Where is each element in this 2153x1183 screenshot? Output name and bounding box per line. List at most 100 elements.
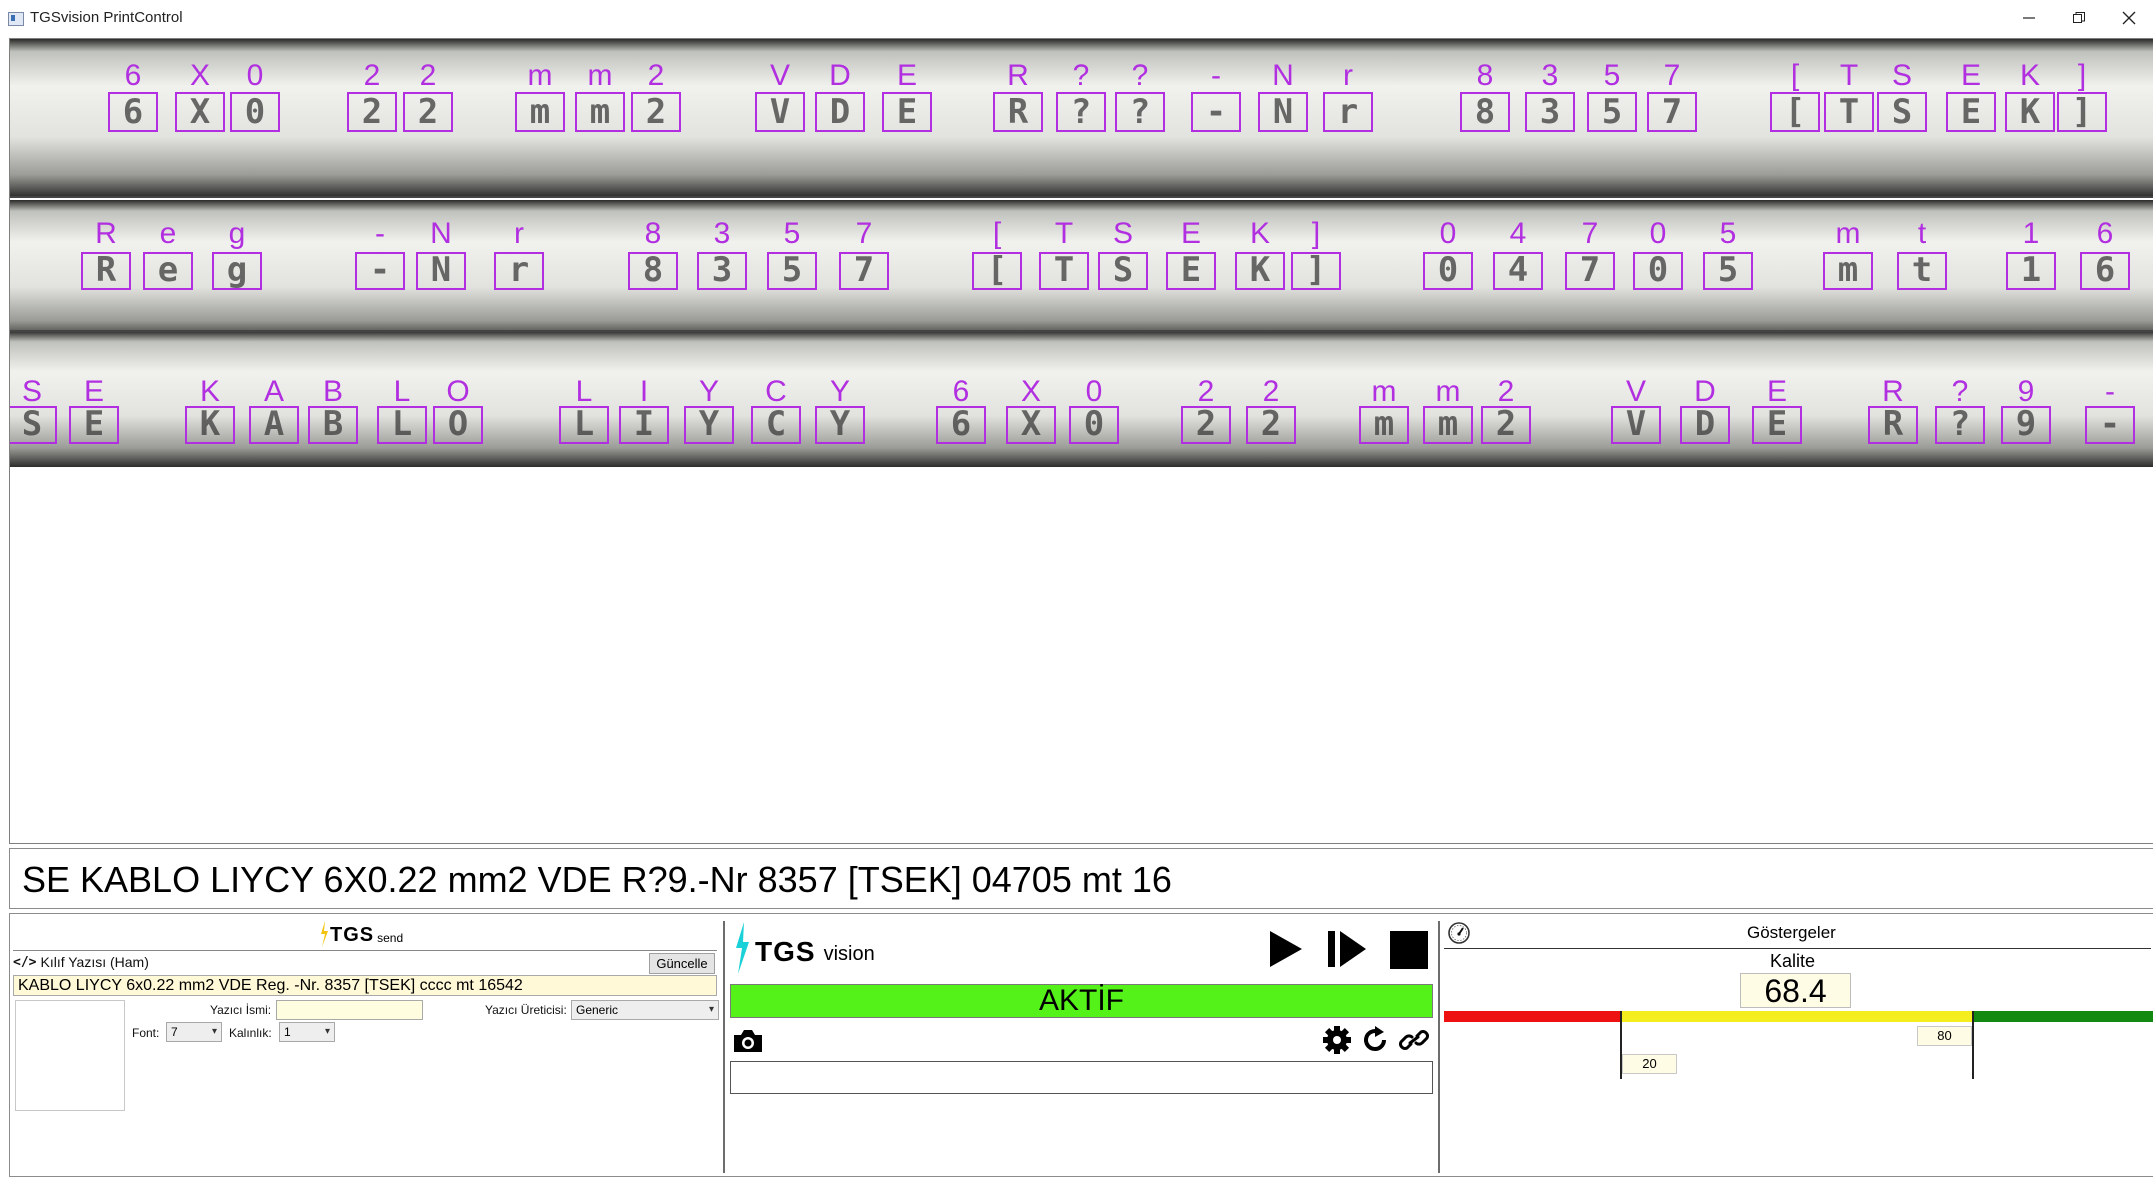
restore-button[interactable] — [2054, 0, 2104, 36]
panel-divider — [723, 921, 725, 1173]
ocr-char-label: ? — [1952, 375, 1969, 408]
raw-text-input[interactable]: KABLO LIYCY 6x0.22 mm2 VDE Reg. -Nr. 835… — [13, 975, 717, 996]
ocr-char-label: D — [829, 59, 851, 92]
ocr-char-label: 3 — [1542, 59, 1559, 92]
bolt-icon — [321, 921, 328, 947]
bottom-panel — [9, 913, 2153, 1177]
ocr-char-label: - — [1211, 59, 1221, 92]
high-threshold-input[interactable]: 80 — [1917, 1026, 1972, 1046]
printed-glyph: 2 — [1496, 404, 1516, 444]
printed-glyph: K — [200, 404, 221, 444]
ocr-char-label: I — [640, 375, 648, 408]
ocr-char-label: V — [770, 59, 790, 92]
stop-button[interactable] — [1389, 930, 1429, 970]
link-button[interactable] — [1398, 1025, 1430, 1055]
update-button[interactable]: Güncelle — [649, 953, 715, 974]
ocr-char-label: R — [1007, 59, 1029, 92]
printed-glyph: E — [1961, 92, 1981, 132]
ocr-char-label: 5 — [1720, 217, 1737, 250]
printed-glyph: ] — [2072, 92, 2092, 132]
chevron-down-icon: ▾ — [211, 1026, 217, 1037]
ocr-char-label: m — [1436, 375, 1461, 408]
ocr-char-label: 8 — [645, 217, 662, 250]
printed-glyph: 6 — [123, 92, 143, 132]
preview-box — [15, 1000, 125, 1111]
ocr-char-label: O — [446, 375, 469, 408]
ocr-char-label: 8 — [1477, 59, 1494, 92]
ocr-char-label: 3 — [714, 217, 731, 250]
low-threshold-input[interactable]: 20 — [1622, 1054, 1677, 1074]
camera-view: 6 6 X X 0 0 2 2 2 2 m m m m 2 2 V V D D E E R R???? - - N Nr r 8 8 3 3 5 5… — [9, 38, 2153, 844]
code-icon: </> — [13, 954, 37, 970]
printed-glyph: 5 — [1602, 92, 1622, 132]
printed-glyph: D — [1695, 404, 1715, 444]
ocr-char-label: ] — [1312, 217, 1320, 250]
printed-glyph: T — [1839, 92, 1859, 132]
ocr-char-label: S — [1892, 59, 1912, 92]
tgs-send-logo: TGS send — [318, 921, 403, 947]
printed-glyph: - — [370, 250, 390, 290]
ocr-char-label: - — [375, 217, 385, 250]
close-button[interactable] — [2104, 0, 2153, 36]
play-button[interactable] — [1266, 929, 1306, 969]
printed-glyph: r — [1338, 92, 1358, 132]
ocr-char-label: 2 — [1263, 375, 1280, 408]
high-threshold-marker — [1972, 1011, 1974, 1079]
printed-glyph: - — [1206, 92, 1226, 132]
ocr-char-label: X — [1021, 375, 1041, 408]
gauge-zone-high — [1973, 1011, 2153, 1022]
printer-maker-select[interactable]: Generic ▾ — [571, 1000, 719, 1020]
refresh-button[interactable] — [1360, 1025, 1390, 1055]
printed-glyph: X — [1021, 404, 1042, 444]
printed-glyph: N — [1273, 92, 1293, 132]
ocr-char-label: 2 — [648, 59, 665, 92]
chevron-down-icon: ▾ — [324, 1026, 330, 1037]
thickness-select[interactable]: 1 ▾ — [279, 1022, 335, 1042]
ocr-char-label: R — [95, 217, 117, 250]
ocr-char-label: m — [528, 59, 553, 92]
printer-name-input[interactable] — [276, 1000, 423, 1020]
ocr-char-label: m — [588, 59, 613, 92]
play-icon — [1270, 931, 1302, 967]
ocr-char-label: 7 — [856, 217, 873, 250]
ocr-char-label: Y — [830, 375, 850, 408]
ocr-char-label: L — [394, 375, 411, 408]
printed-glyph: Y — [830, 404, 851, 444]
ocr-char-label: [ — [1791, 59, 1800, 92]
status-text: AKTİF — [1038, 984, 1124, 1017]
minimize-icon — [2023, 17, 2035, 19]
ocr-char-label: 6 — [2097, 217, 2114, 250]
printed-glyph: 4 — [1508, 250, 1528, 290]
tgs-vision-logo: TGS vision — [733, 922, 875, 974]
minimize-button[interactable] — [2004, 0, 2054, 36]
printed-glyph: 2 — [646, 92, 666, 132]
printer-name-label: Yazıcı İsmi: — [210, 1003, 272, 1017]
printed-glyph: T — [1054, 250, 1074, 290]
printed-glyph: m — [590, 92, 610, 132]
panel-divider — [1438, 921, 1440, 1173]
ocr-char-label: 0 — [247, 59, 264, 92]
ocr-char-label: m — [1836, 217, 1861, 250]
printed-glyph: O — [448, 404, 468, 444]
printed-glyph: 2 — [362, 92, 382, 132]
printed-glyph: S — [22, 404, 42, 444]
title-bar[interactable]: TGSvision PrintControl — [0, 0, 2153, 36]
ocr-char-label: V — [1626, 375, 1646, 408]
gear-icon — [1323, 1026, 1351, 1054]
ocr-char-label: D — [1694, 375, 1716, 408]
capture-button[interactable] — [731, 1027, 765, 1055]
settings-button[interactable] — [1322, 1025, 1352, 1055]
camera-icon — [734, 1030, 762, 1052]
logo-suffix: vision — [823, 943, 875, 965]
logo-brand: TGS — [755, 936, 816, 967]
printed-glyph: E — [1181, 250, 1201, 290]
printed-glyph: m — [530, 92, 550, 132]
printed-glyph: S — [1892, 92, 1912, 132]
ocr-char-label: 9 — [2018, 375, 2035, 408]
step-button[interactable] — [1326, 929, 1368, 969]
ocr-char-label: K — [200, 375, 220, 408]
step-icon — [1328, 931, 1366, 967]
chevron-down-icon: ▾ — [708, 1004, 714, 1015]
font-select[interactable]: 7 ▾ — [166, 1022, 222, 1042]
printed-glyph: 0 — [1084, 404, 1104, 444]
